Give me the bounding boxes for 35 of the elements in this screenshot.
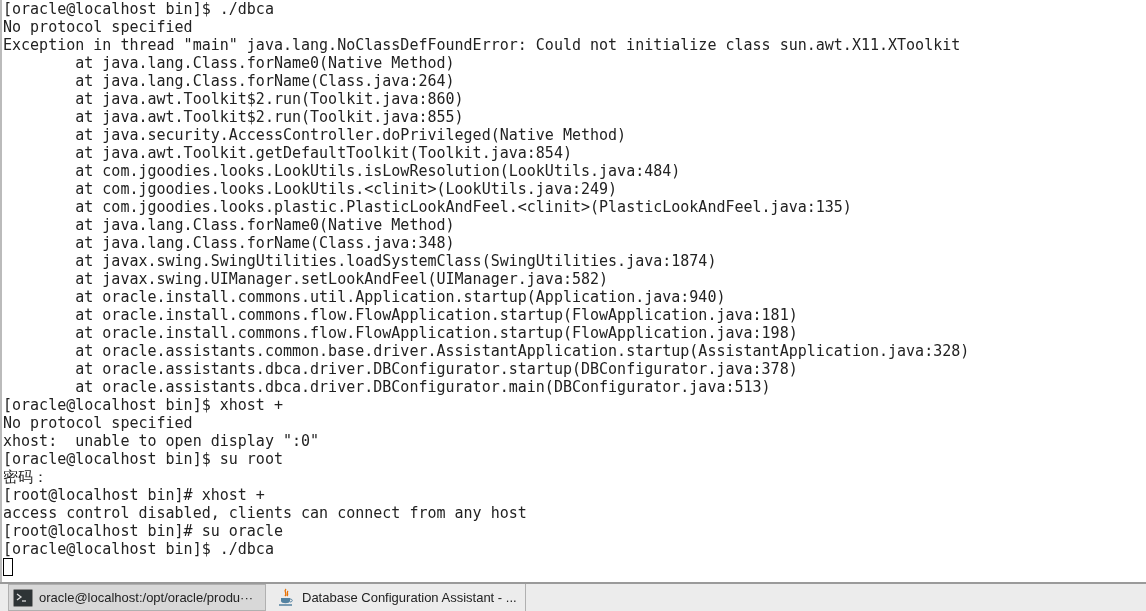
- terminal-line: at java.lang.Class.forName(Class.java:348): [74, 234, 455, 252]
- terminal-line: at java.lang.Class.forName(Class.java:264): [74, 72, 455, 90]
- terminal-icon: [13, 588, 33, 607]
- terminal-line: at java.awt.Toolkit.getDefaultToolkit(Toolkit.java:854): [74, 144, 572, 162]
- terminal-line: xhost: unable to open display ":0": [3, 432, 320, 450]
- terminal-line: at javax.swing.SwingUtilities.loadSystemClass(SwingUtilities.java:1874): [74, 252, 717, 270]
- cup-icon: [276, 587, 296, 608]
- terminal-line: at oracle.assistants.dbca.driver.DBConfigurator.main(DBConfigurator.java:513): [74, 378, 771, 396]
- terminal-line: [oracle@localhost bin]$ xhost +: [3, 396, 283, 414]
- terminal-line: at oracle.assistants.dbca.driver.DBConfigurator.startup(DBConfigurator.java:378): [74, 360, 798, 378]
- terminal-line: at java.lang.Class.forName0(Native Method): [74, 216, 455, 234]
- terminal-line: [root@localhost bin]# su oracle: [3, 522, 283, 540]
- terminal-line: at com.jgoodies.looks.plastic.PlasticLookAndFeel.<clinit>(PlasticLookAndFeel.java:135): [74, 198, 852, 216]
- terminal-line: at oracle.assistants.common.base.driver.AssistantApplication.startup(AssistantApplication.java:328): [74, 342, 970, 360]
- terminal-line: access control disabled, clients can connect from any host: [3, 504, 527, 522]
- terminal-line: at java.awt.Toolkit$2.run(Toolkit.java:860): [74, 90, 464, 108]
- terminal-line: at java.lang.Class.forName0(Native Method): [74, 54, 455, 72]
- terminal-line: [oracle@localhost bin]$ su root: [3, 450, 283, 468]
- terminal-line: [oracle@localhost bin]$ ./dbca: [3, 0, 274, 18]
- terminal-line: No protocol specified: [3, 18, 193, 36]
- terminal-line: Exception in thread "main" java.lang.NoClassDefFoundError: Could not initialize class sun.awt.X11.XToolkit: [3, 36, 961, 54]
- terminal-line: at oracle.install.commons.flow.FlowApplication.startup(FlowApplication.java:181): [74, 306, 798, 324]
- text-cursor: [3, 558, 13, 576]
- terminal-line: [oracle@localhost bin]$ ./dbca: [3, 540, 274, 558]
- terminal-line: at javax.swing.UIManager.setLookAndFeel(UIManager.java:582): [74, 270, 609, 288]
- taskbar-button[interactable]: oracle@localhost:/opt/oracle/produ···: [8, 584, 266, 611]
- terminal-line: at com.jgoodies.looks.LookUtils.<clinit>(LookUtils.java:249): [74, 180, 618, 198]
- terminal-line: at com.jgoodies.looks.LookUtils.isLowResolution(LookUtils.java:484): [74, 162, 681, 180]
- terminal-line: [root@localhost bin]# xhost +: [3, 486, 265, 504]
- terminal-line: 密码：: [3, 468, 48, 486]
- terminal-line: at oracle.install.commons.flow.FlowApplication.startup(FlowApplication.java:198): [74, 324, 798, 342]
- terminal-line: at oracle.install.commons.util.Application.startup(Application.java:940): [74, 288, 726, 306]
- terminal-line: at java.awt.Toolkit$2.run(Toolkit.java:855): [74, 108, 464, 126]
- terminal-line: No protocol specified: [3, 414, 193, 432]
- terminal-line: at java.security.AccessController.doPrivileged(Native Method): [74, 126, 627, 144]
